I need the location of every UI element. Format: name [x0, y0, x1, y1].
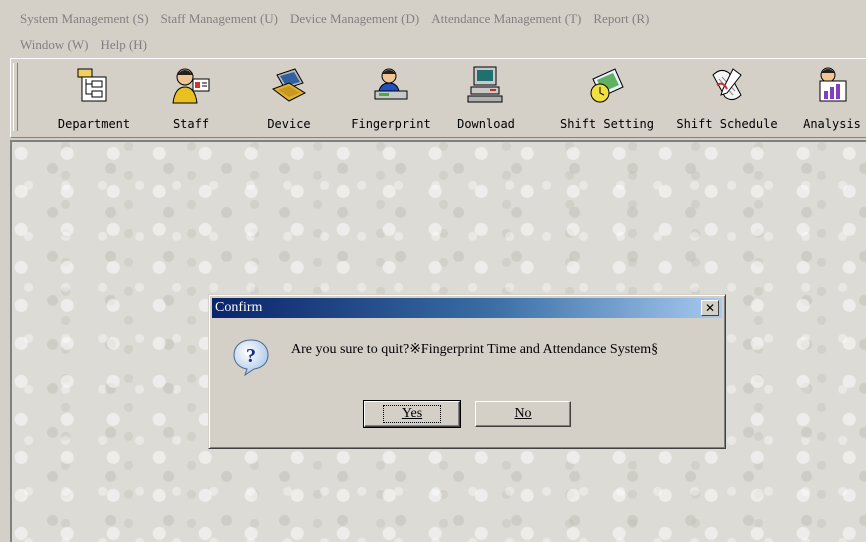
menu-attendance-management[interactable]: Attendance Management (T) — [431, 11, 581, 27]
no-button-label: No — [514, 406, 532, 421]
dialog-title: Confirm — [215, 300, 263, 315]
toolbar-device-label: Device — [267, 117, 311, 131]
toolbar-fingerprint-button[interactable]: Fingerprint — [341, 63, 441, 133]
toolbar-department-button[interactable]: Department — [49, 63, 139, 133]
no-button[interactable]: No — [475, 401, 571, 427]
toolbar-grip[interactable] — [13, 63, 18, 131]
toolbar-download-label: Download — [457, 117, 515, 131]
toolbar-download-button[interactable]: Download — [451, 63, 521, 133]
menu-row-1: System Management (S) Staff Management (… — [20, 11, 661, 27]
toolbar-shift-schedule-label: Shift Schedule — [676, 117, 778, 131]
menu-help[interactable]: Help (H) — [100, 37, 147, 53]
shift-schedule-icon — [712, 68, 742, 101]
device-icon — [271, 68, 307, 102]
toolbar-staff-label: Staff — [172, 117, 210, 131]
menu-system-management[interactable]: System Management (S) — [20, 11, 149, 27]
toolbar-department-label: Department — [57, 117, 131, 131]
yes-button-label: Yes — [382, 405, 442, 423]
dialog-message: Are you sure to quit?※Fingerprint Time a… — [291, 342, 659, 357]
toolbar-fingerprint-label: Fingerprint — [351, 117, 431, 131]
toolbar: Department Staff Device Fingerprint Down… — [10, 58, 866, 138]
toolbar-device-button[interactable]: Device — [259, 63, 319, 133]
menu-staff-management[interactable]: Staff Management (U) — [161, 11, 278, 27]
menu-device-management[interactable]: Device Management (D) — [290, 11, 419, 27]
download-icon — [467, 66, 503, 103]
question-icon: ? — [233, 339, 269, 377]
toolbar-shift-setting-label: Shift Setting — [560, 117, 654, 131]
confirm-dialog: Confirm ✕ ? Are you sure to quit?※Finger… — [208, 294, 726, 449]
menu-window[interactable]: Window (W) — [20, 37, 88, 53]
menu-report[interactable]: Report (R) — [593, 11, 649, 27]
toolbar-shift-setting-button[interactable]: Shift Setting — [547, 63, 667, 133]
dialog-titlebar[interactable]: Confirm ✕ — [212, 298, 722, 318]
toolbar-staff-button[interactable]: Staff — [161, 63, 221, 133]
toolbar-shift-schedule-button[interactable]: Shift Schedule — [667, 63, 787, 133]
close-button[interactable]: ✕ — [701, 300, 719, 316]
department-icon — [77, 68, 107, 102]
menu-bar: System Management (S) Staff Management (… — [0, 0, 866, 55]
toolbar-analysis-label: Analysis — [803, 117, 861, 131]
toolbar-analysis-button[interactable]: Analysis — [797, 63, 866, 133]
shift-setting-icon — [590, 68, 624, 103]
yes-button[interactable]: Yes — [363, 400, 461, 428]
close-icon: ✕ — [704, 301, 716, 315]
staff-icon — [172, 68, 210, 104]
fingerprint-icon — [374, 68, 408, 100]
analysis-icon — [819, 67, 847, 102]
menu-row-2: Window (W) Help (H) — [20, 37, 159, 53]
svg-text:?: ? — [246, 345, 256, 367]
